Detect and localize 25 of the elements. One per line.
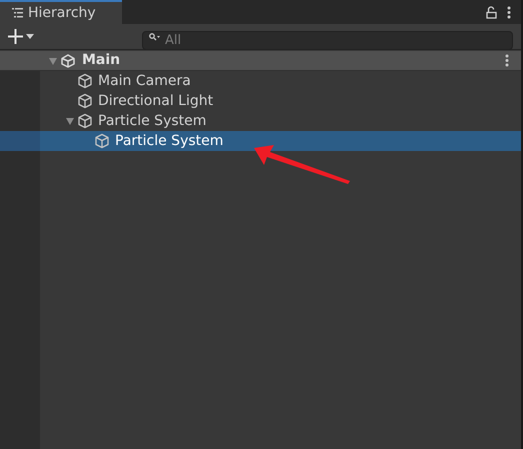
cube-icon — [77, 93, 93, 109]
search-icon — [149, 33, 160, 41]
hierarchy-tab[interactable]: Hierarchy — [0, 0, 122, 24]
more-icon[interactable] — [505, 54, 509, 67]
item-label: Directional Light — [98, 92, 214, 110]
hierarchy-item[interactable]: Main Camera — [0, 71, 521, 91]
cube-icon — [77, 73, 93, 89]
collapse-triangle-icon[interactable] — [65, 116, 75, 126]
hierarchy-item[interactable]: Directional Light — [0, 91, 521, 111]
scene-name: Main — [82, 51, 122, 70]
caret-icon — [26, 34, 34, 39]
hierarchy-item[interactable]: Particle System — [0, 111, 521, 131]
item-label: Main Camera — [98, 72, 191, 90]
item-label: Particle System — [115, 132, 224, 150]
lock-icon[interactable] — [486, 6, 497, 18]
list-icon — [12, 8, 23, 18]
hierarchy-item[interactable]: Particle System — [0, 131, 521, 151]
plus-icon — [8, 29, 23, 44]
more-icon[interactable] — [507, 6, 511, 18]
cube-icon — [94, 133, 110, 149]
item-label: Particle System — [98, 112, 206, 130]
scene-header[interactable]: Main — [0, 51, 521, 71]
search-field[interactable]: All — [142, 31, 513, 50]
cube-icon — [77, 113, 93, 129]
unity-logo-icon — [60, 52, 76, 68]
